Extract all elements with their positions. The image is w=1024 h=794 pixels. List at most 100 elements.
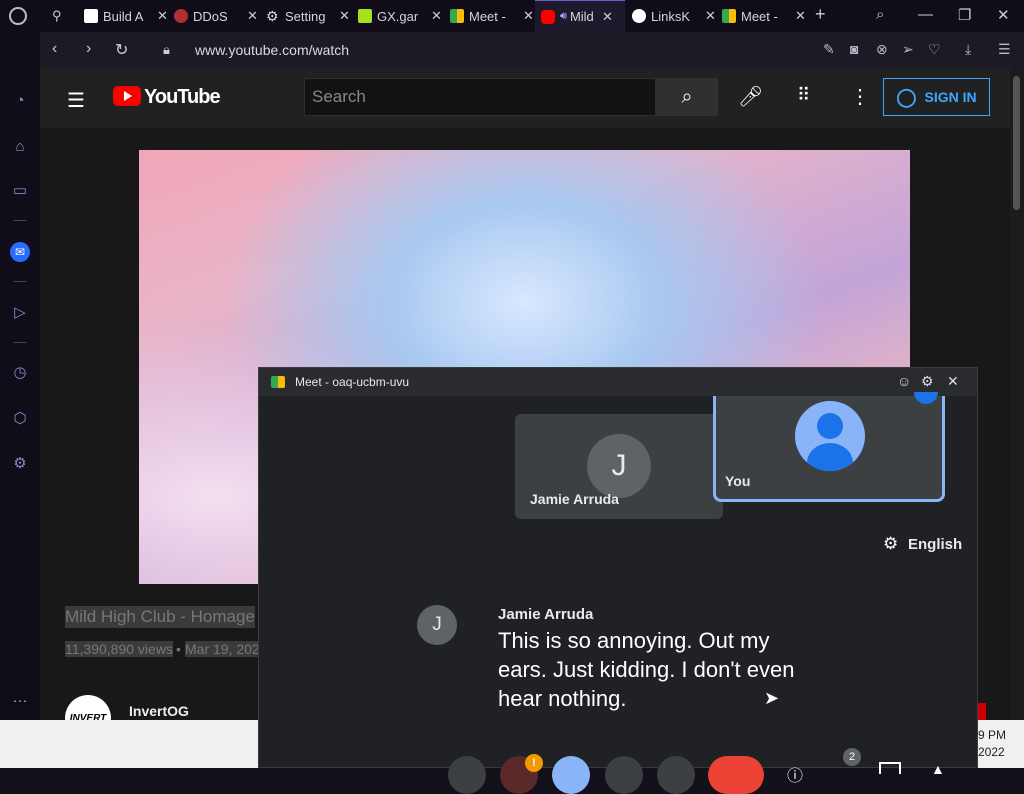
- youtube-logo-icon[interactable]: [113, 86, 141, 106]
- alert-badge: !: [525, 754, 543, 772]
- send-icon[interactable]: ➢: [902, 41, 914, 58]
- browser-tab-bar: ⚲ Build A ✕ DDoS ✕ ⚙ Setting ✕ GX.gar ✕ …: [0, 0, 1024, 32]
- close-tab-icon[interactable]: ✕: [157, 8, 168, 24]
- player-icon[interactable]: ▷: [10, 302, 30, 322]
- windows-taskbar: [0, 720, 258, 768]
- present-button[interactable]: [605, 756, 643, 794]
- speaking-indicator-icon: [914, 392, 938, 404]
- self-label: You: [725, 473, 751, 489]
- video-title: Mild High Club - Homage: [65, 606, 255, 628]
- meet-title-bar: Meet - oaq-ucbm-uvu ☺ ⚙ ✕: [259, 368, 977, 396]
- lock-icon[interactable]: 🔒︎: [163, 42, 170, 58]
- page-scrollbar[interactable]: [1010, 68, 1024, 720]
- sign-in-button[interactable]: ◯ SIGN IN: [883, 78, 990, 116]
- raise-hand-button[interactable]: [657, 756, 695, 794]
- tab-settings[interactable]: ⚙ Setting ✕: [260, 0, 352, 32]
- tab-build[interactable]: Build A ✕: [78, 0, 168, 32]
- scrollbar-thumb[interactable]: [1013, 76, 1020, 210]
- opera-logo-icon[interactable]: [9, 7, 27, 25]
- view-count: 11,390,890 views: [65, 641, 173, 657]
- mouse-cursor-icon: ➤: [764, 688, 780, 708]
- more-dots-icon[interactable]: ···: [10, 690, 30, 710]
- gx-control-icon[interactable]: ⌂: [10, 136, 30, 156]
- twitch-icon[interactable]: ▭: [10, 180, 30, 200]
- speaker-icon[interactable]: 🔊︎: [560, 10, 567, 23]
- tab-meet-1[interactable]: Meet - ✕: [444, 0, 534, 32]
- search-tabs-icon[interactable]: ⌕: [876, 6, 884, 23]
- system-tray: 9 PM 2022: [978, 720, 1024, 768]
- youtube-logo-text[interactable]: YouTube: [144, 86, 221, 109]
- chat-icon[interactable]: [879, 762, 901, 774]
- self-tile[interactable]: You: [713, 392, 945, 502]
- close-tab-icon[interactable]: ✕: [602, 9, 613, 25]
- youtube-icon: [541, 9, 555, 24]
- channel-name[interactable]: InvertOG: [129, 703, 189, 719]
- new-tab-plus-icon[interactable]: +: [815, 4, 826, 25]
- meta-separator: •: [176, 641, 181, 657]
- globe-icon: [632, 9, 646, 23]
- info-icon[interactable]: ⓘ: [787, 762, 803, 786]
- youtube-header: ☰ YouTube Search ⌕ 🎤︎ ⠿ ⋮ ◯ SIGN IN: [40, 68, 1024, 128]
- camera-icon[interactable]: ◙: [850, 41, 858, 57]
- tab-meet-2[interactable]: Meet - ✕: [716, 0, 806, 32]
- close-tab-icon[interactable]: ✕: [431, 8, 442, 24]
- back-icon[interactable]: ‹: [52, 40, 57, 58]
- close-tab-icon[interactable]: ✕: [795, 8, 806, 24]
- google-meet-icon: [450, 9, 464, 23]
- forward-icon[interactable]: ›: [86, 40, 91, 58]
- participant-avatar: J: [587, 434, 651, 498]
- sidebar-divider: [14, 342, 26, 343]
- close-tab-icon[interactable]: ✕: [523, 8, 534, 24]
- gear-icon[interactable]: ⚙: [921, 373, 934, 390]
- sidebar-divider: [14, 281, 26, 282]
- more-vert-icon[interactable]: ⋮: [850, 84, 870, 109]
- hamburger-menu-icon[interactable]: ☰: [67, 88, 85, 113]
- reload-icon[interactable]: ↻: [115, 40, 128, 60]
- close-icon[interactable]: ✕: [947, 373, 959, 390]
- emoji-icon[interactable]: ☺: [897, 373, 911, 389]
- messenger-icon[interactable]: ✉: [10, 242, 30, 262]
- tab-gx-games[interactable]: GX.gar ✕: [352, 0, 444, 32]
- restore-icon[interactable]: ❐: [958, 6, 971, 24]
- caption-speaker-avatar: J: [417, 605, 457, 645]
- clock-year[interactable]: 2022: [978, 745, 1005, 759]
- participant-tile-jamie[interactable]: J Jamie Arruda: [515, 414, 723, 519]
- gx-games-icon: [358, 9, 372, 23]
- history-clock-icon[interactable]: ◷: [10, 362, 30, 382]
- close-tab-icon[interactable]: ✕: [247, 8, 258, 24]
- close-tab-icon[interactable]: ✕: [339, 8, 350, 24]
- close-window-icon[interactable]: ✕: [997, 6, 1010, 24]
- people-count-badge: 2: [843, 748, 861, 766]
- activities-icon[interactable]: ▲: [931, 761, 945, 777]
- menu-sliders-icon[interactable]: ☰: [998, 41, 1011, 58]
- caption-language-button[interactable]: English: [908, 536, 962, 553]
- search-input[interactable]: Search: [304, 78, 656, 116]
- caption-settings-gear-icon[interactable]: ⚙: [883, 534, 898, 554]
- end-call-button[interactable]: [708, 756, 764, 794]
- edit-icon[interactable]: ✎: [823, 41, 835, 58]
- google-meet-icon: [722, 9, 736, 23]
- tab-ddos[interactable]: DDoS ✕: [168, 0, 260, 32]
- tab-links[interactable]: LinksK ✕: [626, 0, 716, 32]
- captions-button[interactable]: [552, 756, 590, 794]
- google-meet-icon: [271, 376, 285, 388]
- game-controller-icon[interactable]: ⚲: [52, 8, 62, 24]
- close-tab-icon[interactable]: ✕: [705, 8, 716, 24]
- microphone-icon[interactable]: 🎤︎: [738, 84, 763, 109]
- speed-dial-icon[interactable]: ◔: [10, 90, 30, 110]
- participant-name: Jamie Arruda: [530, 491, 619, 507]
- search-icon[interactable]: ⌕: [656, 78, 718, 116]
- more-options-button[interactable]: [448, 756, 486, 794]
- adblock-icon[interactable]: ⊗: [876, 41, 888, 58]
- heart-icon[interactable]: ♡: [928, 41, 941, 58]
- extensions-cube-icon[interactable]: ⬡: [10, 408, 30, 428]
- apps-grid-icon[interactable]: ⠿: [797, 85, 810, 106]
- minimize-icon[interactable]: —: [918, 6, 933, 23]
- settings-gear-icon[interactable]: ⚙: [10, 453, 30, 473]
- download-icon[interactable]: ⤓: [965, 41, 971, 58]
- url-field[interactable]: www.youtube.com/watch: [195, 42, 349, 58]
- clock-time[interactable]: 9 PM: [978, 728, 1006, 742]
- gear-icon: ⚙: [266, 8, 279, 24]
- tab-youtube-active[interactable]: 🔊︎ Mild ✕: [535, 0, 625, 32]
- meet-window-title: Meet - oaq-ucbm-uvu: [295, 375, 410, 389]
